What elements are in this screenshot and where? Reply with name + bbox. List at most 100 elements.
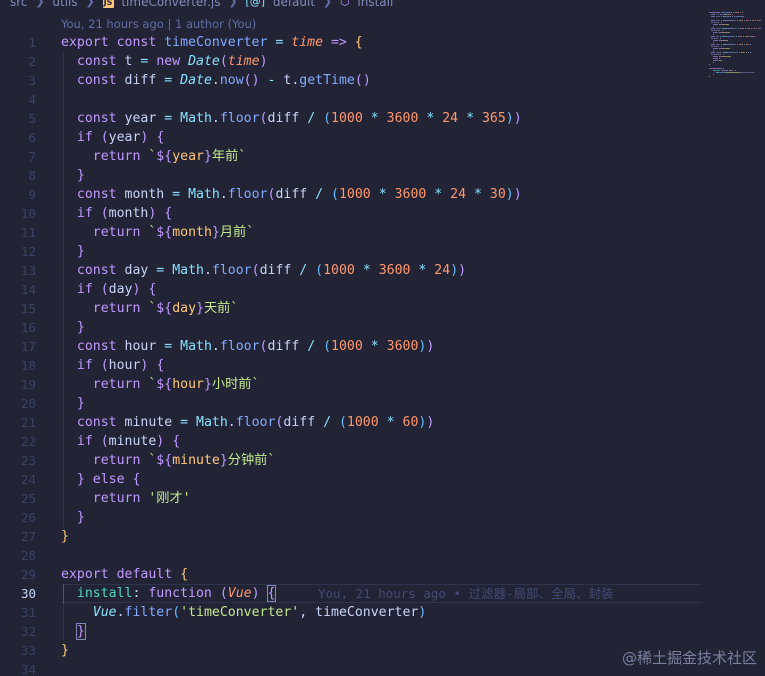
breadcrumb-default[interactable]: default: [273, 0, 315, 10]
code-token: 1000: [331, 111, 363, 126]
code-line[interactable]: 26 }: [0, 508, 765, 527]
code-line[interactable]: 11 return `${month}月前`: [0, 223, 765, 242]
line-number[interactable]: 3: [0, 71, 36, 90]
line-number[interactable]: 21: [0, 413, 36, 432]
code-line[interactable]: 5 const year = Math.floor(diff / (1000 *…: [0, 109, 765, 128]
line-number[interactable]: 30: [0, 584, 36, 603]
code-area[interactable]: 1 export const timeConverter = time => {2…: [0, 33, 765, 676]
code-line[interactable]: 27}: [0, 527, 765, 546]
line-number[interactable]: 5: [0, 109, 36, 128]
code-line[interactable]: 18 if (hour) {: [0, 356, 765, 375]
code-line[interactable]: 12 }: [0, 242, 765, 261]
code-line[interactable]: 9 const month = Math.floor(diff / (1000 …: [0, 185, 765, 204]
line-number[interactable]: 23: [0, 451, 36, 470]
line-number[interactable]: 22: [0, 432, 36, 451]
breadcrumb-src[interactable]: src: [10, 0, 28, 10]
line-number[interactable]: 6: [0, 128, 36, 147]
code-token: diff: [275, 187, 308, 202]
code-line[interactable]: 22 if (minute) {: [0, 432, 765, 451]
line-number[interactable]: 28: [0, 546, 36, 565]
code-token: (): [354, 73, 371, 88]
code-token: }: [61, 529, 69, 544]
code-line[interactable]: 17 const hour = Math.floor(diff / (1000 …: [0, 337, 765, 356]
breadcrumb-install[interactable]: install: [357, 0, 393, 10]
minimap-token: [710, 30, 713, 31]
code-line[interactable]: 25 return '刚才': [0, 489, 765, 508]
code-token: ): [251, 586, 260, 601]
code-line[interactable]: 28: [0, 546, 765, 565]
line-number[interactable]: 31: [0, 603, 36, 622]
line-number[interactable]: 24: [0, 470, 36, 489]
code-token: =: [132, 54, 157, 69]
code-line[interactable]: 30 install: function (Vue) {You, 21 hour…: [0, 584, 765, 603]
code-token: const: [61, 415, 125, 430]
line-number[interactable]: 29: [0, 565, 36, 584]
code-line[interactable]: 32 }: [0, 622, 765, 641]
inline-git-blame[interactable]: You, 21 hours ago • 过滤器-局部、全局、封装: [318, 584, 614, 603]
git-blame-header[interactable]: You, 21 hours ago | 1 author (You): [61, 16, 256, 32]
line-number[interactable]: 1: [0, 33, 36, 52]
code-token: function: [148, 586, 220, 601]
code-line[interactable]: 23 return `${minute}分钟前`: [0, 451, 765, 470]
line-number[interactable]: 4: [0, 90, 36, 109]
line-number[interactable]: 12: [0, 242, 36, 261]
code-line[interactable]: 29 export default {: [0, 565, 765, 584]
line-number[interactable]: 10: [0, 204, 36, 223]
minimap[interactable]: [709, 12, 762, 82]
code-token: return: [61, 453, 149, 468]
line-number[interactable]: 20: [0, 394, 36, 413]
line-number[interactable]: 8: [0, 166, 36, 185]
code-token: {: [354, 35, 363, 50]
line-number[interactable]: 15: [0, 299, 36, 318]
line-number[interactable]: 26: [0, 508, 36, 527]
minimap-token: [727, 32, 730, 33]
code-token: 天前`: [203, 301, 239, 316]
code-text: if (day) {: [61, 280, 156, 299]
code-token: }: [76, 510, 85, 525]
line-number[interactable]: 16: [0, 318, 36, 337]
code-line[interactable]: 31 Vue.filter('timeConverter', timeConve…: [0, 603, 765, 622]
code-line[interactable]: 14 if (day) {: [0, 280, 765, 299]
code-token: ): [418, 605, 427, 620]
code-token: floor: [227, 187, 268, 202]
code-line[interactable]: 4: [0, 90, 765, 109]
code-line[interactable]: 3 const diff = Date.now() - t.getTime(): [0, 71, 765, 90]
code-line[interactable]: 13 const day = Math.floor(diff / (1000 *…: [0, 261, 765, 280]
line-number[interactable]: 25: [0, 489, 36, 508]
minimap-token: [720, 22, 722, 23]
line-number[interactable]: 13: [0, 261, 36, 280]
code-token: /: [291, 263, 316, 278]
code-line[interactable]: 1 export const timeConverter = time => {: [0, 33, 765, 52]
line-number[interactable]: 14: [0, 280, 36, 299]
line-number[interactable]: 18: [0, 356, 36, 375]
line-number[interactable]: 34: [0, 660, 36, 676]
line-number[interactable]: 19: [0, 375, 36, 394]
breadcrumb-utils[interactable]: utils: [52, 0, 77, 10]
breadcrumb-file[interactable]: timeConverter.js: [121, 0, 220, 10]
code-line[interactable]: 8 }: [0, 166, 765, 185]
code-token: Math: [196, 415, 228, 430]
code-line[interactable]: 15 return `${day}天前`: [0, 299, 765, 318]
line-number[interactable]: 2: [0, 52, 36, 71]
line-number[interactable]: 17: [0, 337, 36, 356]
line-number[interactable]: 11: [0, 223, 36, 242]
code-line[interactable]: 10 if (month) {: [0, 204, 765, 223]
line-number[interactable]: 7: [0, 147, 36, 166]
code-line[interactable]: 20 }: [0, 394, 765, 413]
code-line[interactable]: 21 const minute = Math.floor(diff / (100…: [0, 413, 765, 432]
line-number[interactable]: 9: [0, 185, 36, 204]
code-line[interactable]: 7 return `${year}年前`: [0, 147, 765, 166]
code-token: return: [61, 377, 149, 392]
code-line[interactable]: 2 const t = new Date(time): [0, 52, 765, 71]
minimap-token: [712, 40, 718, 41]
code-line[interactable]: 24 } else {: [0, 470, 765, 489]
line-number[interactable]: 27: [0, 527, 36, 546]
code-token: floor: [235, 415, 276, 430]
code-line[interactable]: 16 }: [0, 318, 765, 337]
code-token: else: [84, 472, 133, 487]
line-number[interactable]: 33: [0, 641, 36, 660]
line-number[interactable]: 32: [0, 622, 36, 641]
code-line[interactable]: 19 return `${hour}小时前`: [0, 375, 765, 394]
chevron-right-icon: ❯: [35, 0, 45, 8]
code-line[interactable]: 6 if (year) {: [0, 128, 765, 147]
